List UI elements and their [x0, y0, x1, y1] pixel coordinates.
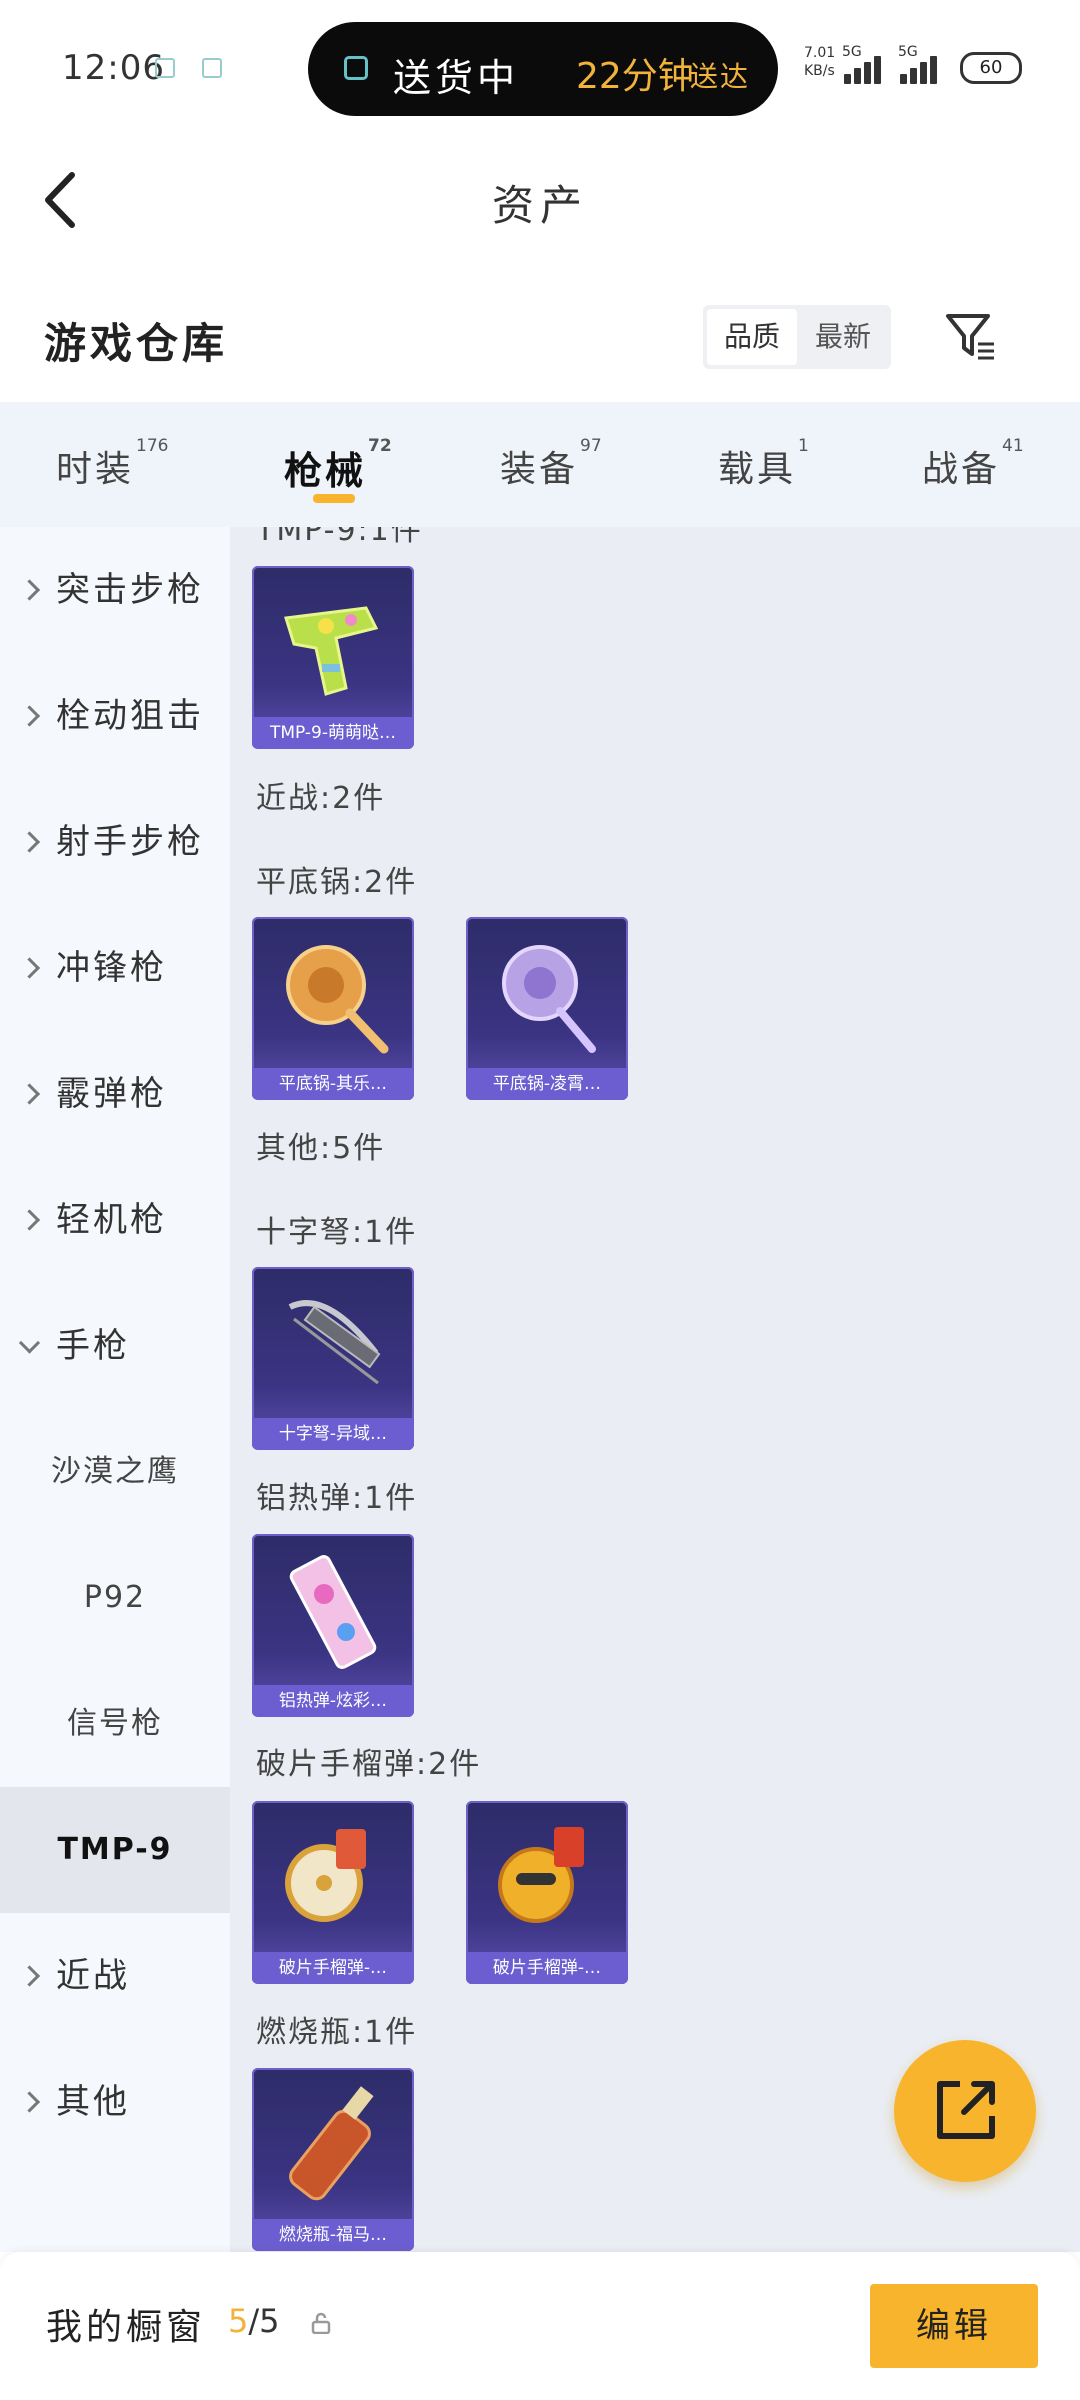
live-activity-eta: 22分钟	[576, 56, 694, 97]
item-card[interactable]: 平底锅-凌霄…	[466, 917, 628, 1100]
frag-grenade-icon	[498, 1827, 584, 1923]
sort-by-quality-button[interactable]: 品质	[707, 309, 797, 365]
showcase-label: 我的橱窗	[46, 2307, 207, 2348]
item-caption: 破片手榴弹-…	[466, 1952, 628, 1984]
battery-icon: 60	[960, 52, 1022, 84]
chevron-down-icon	[18, 1332, 41, 1354]
sidebar-item-marksman-rifle[interactable]: 射手步枪	[0, 779, 230, 905]
chevron-right-icon	[18, 957, 41, 979]
frying-pan-icon	[502, 945, 596, 1053]
group-label-grenade: 破片手榴弹:2件	[256, 1747, 482, 1782]
group-label-pan: 平底锅:2件	[256, 865, 418, 900]
frying-pan-icon	[286, 945, 389, 1054]
sidebar-item-pistol[interactable]: 手枪	[0, 1283, 230, 1409]
group-label-crossbow: 十字弩:1件	[256, 1215, 418, 1250]
thermite-grenade-icon	[289, 1555, 377, 1669]
chevron-right-icon	[18, 705, 41, 727]
live-activity-pill[interactable]: 送货中 22分钟 送达	[308, 22, 778, 116]
sidebar-subitem-desert-eagle[interactable]: 沙漠之鹰	[0, 1409, 230, 1535]
delivery-app-icon	[344, 56, 368, 80]
item-caption: 十字弩-异域…	[252, 1418, 414, 1450]
tmp9-skin-icon	[284, 606, 379, 696]
category-tab-bar: 时装176 枪械72 装备97 载具1 战备41	[0, 402, 1080, 527]
sidebar-item-other[interactable]: 其他	[0, 2039, 230, 2165]
edit-button[interactable]: 编辑	[870, 2284, 1038, 2368]
item-caption: 平底锅-凌霄…	[466, 1068, 628, 1100]
chevron-right-icon	[18, 831, 41, 853]
group-label-tmp9: TMP-9:1件	[256, 527, 423, 548]
sidebar: 突击步枪 栓动狙击 射手步枪 冲锋枪 霰弹枪 轻机枪 手枪 沙漠之鹰 P92 信…	[0, 527, 230, 2252]
share-external-icon	[937, 2081, 995, 2139]
item-caption: 平底锅-其乐…	[252, 1068, 414, 1100]
item-caption: TMP-9-萌萌哒…	[252, 717, 414, 749]
item-card[interactable]: TMP-9-萌萌哒…	[252, 566, 414, 749]
item-card[interactable]: 铝热弹-炫彩…	[252, 1534, 414, 1717]
item-caption: 破片手榴弹-…	[252, 1952, 414, 1984]
notification-icon	[155, 58, 175, 78]
item-card[interactable]: 平底锅-其乐…	[252, 917, 414, 1100]
chevron-right-icon	[18, 1965, 41, 1987]
active-tab-indicator	[313, 494, 355, 503]
chevron-right-icon	[18, 579, 41, 601]
item-card[interactable]: 燃烧瓶-福马…	[252, 2068, 414, 2251]
live-activity-text: 送货中	[393, 56, 520, 100]
item-card[interactable]: 破片手榴弹-…	[466, 1801, 628, 1984]
network-speed: 7.01 KB/s	[804, 45, 836, 79]
signal-strength-icon	[898, 50, 948, 84]
crossbow-icon	[288, 1300, 381, 1385]
chevron-right-icon	[18, 2091, 41, 2113]
tab-fashion[interactable]: 时装176	[56, 436, 168, 500]
group-label-thermite: 铝热弹:1件	[256, 1481, 418, 1516]
sidebar-subitem-p92[interactable]: P92	[0, 1535, 230, 1661]
bottom-bar: 我的橱窗 5/5 编辑	[0, 2252, 1080, 2400]
item-caption: 燃烧瓶-福马…	[252, 2219, 414, 2251]
share-fab-button[interactable]	[894, 2040, 1036, 2182]
sidebar-subitem-flare-gun[interactable]: 信号枪	[0, 1661, 230, 1787]
molotov-icon	[289, 2086, 374, 2201]
filter-icon	[946, 314, 994, 360]
filter-button[interactable]	[942, 308, 998, 364]
sort-by-newest-button[interactable]: 最新	[799, 309, 887, 365]
group-label-molotov: 燃烧瓶:1件	[256, 2015, 418, 2050]
sidebar-item-smg[interactable]: 冲锋枪	[0, 905, 230, 1031]
section-title: 游戏仓库	[44, 319, 229, 368]
showcase-count: 5/5	[228, 2302, 280, 2340]
signal-strength-icon	[842, 50, 892, 84]
group-label-other: 其他:5件	[256, 1131, 386, 1166]
tab-combat-supplies[interactable]: 战备41	[922, 436, 1024, 500]
sidebar-item-assault-rifle[interactable]: 突击步枪	[0, 527, 230, 653]
sidebar-item-bolt-sniper[interactable]: 栓动狙击	[0, 653, 230, 779]
tab-vehicles[interactable]: 载具1	[718, 436, 809, 500]
page-title: 资产	[491, 181, 588, 230]
item-caption: 铝热弹-炫彩…	[252, 1685, 414, 1717]
item-card[interactable]: 十字弩-异域…	[252, 1267, 414, 1450]
sidebar-item-lmg[interactable]: 轻机枪	[0, 1157, 230, 1283]
group-label-melee: 近战:2件	[256, 781, 386, 816]
tab-equipment[interactable]: 装备97	[500, 436, 602, 500]
sort-toggle: 品质 最新	[703, 305, 891, 369]
live-activity-eta-unit: 送达	[690, 60, 751, 93]
unlock-icon[interactable]	[310, 2312, 332, 2335]
item-grid[interactable]: TMP-9:1件 TMP-9-萌萌哒… 近战:2件 平底锅:2件 平底锅-其乐……	[230, 527, 1080, 2252]
notification-icon	[202, 58, 222, 78]
clock: 12:06	[62, 48, 165, 88]
sidebar-subitem-tmp9[interactable]: TMP-9	[0, 1787, 230, 1913]
chevron-right-icon	[18, 1209, 41, 1231]
item-card[interactable]: 破片手榴弹-…	[252, 1801, 414, 1984]
sidebar-item-shotgun[interactable]: 霰弹枪	[0, 1031, 230, 1157]
status-bar: 12:06 送货中 22分钟 送达 7.01 KB/s 5G 5G 60	[0, 0, 1080, 135]
sidebar-item-melee[interactable]: 近战	[0, 1913, 230, 2039]
chevron-right-icon	[18, 1083, 41, 1105]
frag-grenade-icon	[285, 1829, 366, 1922]
tab-guns[interactable]: 枪械72	[284, 436, 392, 500]
